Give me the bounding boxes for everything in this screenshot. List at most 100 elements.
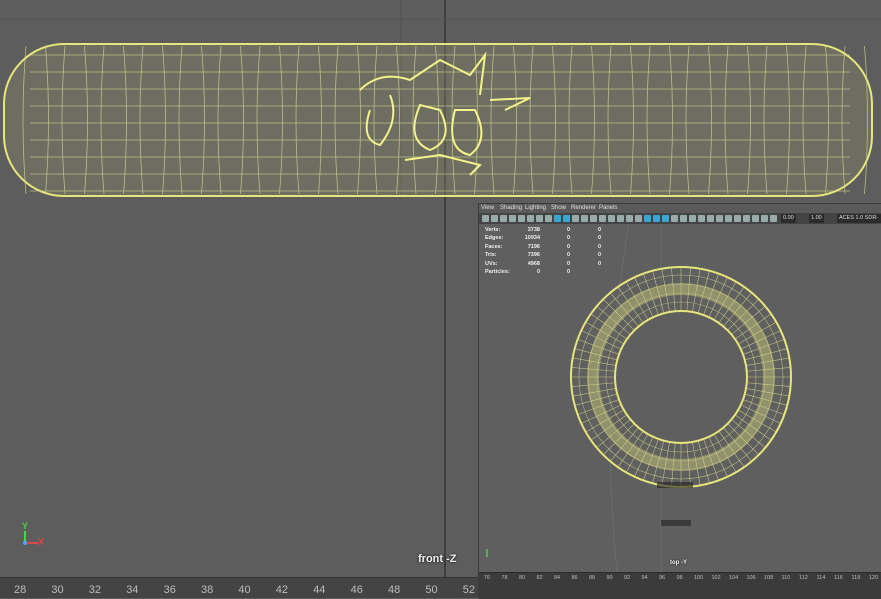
hud-v1: 7396 — [527, 252, 540, 259]
hud-v2: 0 — [566, 252, 570, 259]
timeline-tick-label: 88 — [589, 575, 596, 581]
toolbar-tool-icon[interactable] — [500, 215, 507, 222]
toolbar-tool-icon[interactable] — [644, 215, 651, 222]
timeline-tick-label: 92 — [624, 575, 631, 581]
menu-item-lighting[interactable]: Lighting — [525, 205, 546, 211]
hud-v2: 0 — [566, 235, 570, 242]
toolbar-tool-icon[interactable] — [563, 215, 570, 222]
timeline-tick-label: 32 — [88, 584, 102, 596]
toolbar-tool-icon[interactable] — [725, 215, 732, 222]
toolbar-tool-icon[interactable] — [689, 215, 696, 222]
toolbar-tool-icon[interactable] — [716, 215, 723, 222]
timeline-tick-label: 120 — [869, 575, 879, 581]
hud-v1: 0 — [536, 269, 540, 275]
toolbar-tool-icon[interactable] — [770, 215, 777, 222]
toolbar-tool-icon[interactable] — [518, 215, 525, 222]
panel-toolbar: 0.00 1.00 ACES 1.0 SDR-video — [479, 213, 881, 224]
toolbar-tool-icon[interactable] — [761, 215, 768, 222]
hud-label: Particles: — [485, 269, 510, 275]
hud-v2: 0 — [566, 243, 570, 250]
toolbar-tool-icon[interactable] — [482, 215, 489, 222]
timeline-tick-label: 98 — [676, 575, 683, 581]
top-viewport[interactable]: View Shading Lighting Show Renderer Panels 0.… — [478, 203, 881, 599]
menu-item-panels[interactable]: Panels — [599, 205, 617, 211]
timeline-tick-label: 100 — [694, 575, 704, 581]
front-camera-label: front -Z — [418, 553, 457, 565]
gamma-field[interactable]: 0.00 — [781, 214, 796, 223]
menu-item-show[interactable]: Show — [551, 205, 566, 211]
toolbar-tool-icon[interactable] — [599, 215, 606, 222]
mesh-detail — [657, 482, 693, 488]
top-camera-label: top -Y — [670, 560, 687, 566]
hud-label: UVs: — [485, 260, 498, 267]
timeline-tick-label: 102 — [711, 575, 721, 581]
toolbar-tool-icon[interactable] — [491, 215, 498, 222]
toolbar-tool-icon[interactable] — [635, 215, 642, 222]
toolbar-tool-icon[interactable] — [509, 215, 516, 222]
hud-v2: 0 — [566, 227, 570, 233]
hud-label: Edges: — [485, 235, 504, 242]
front-timeline[interactable]: 28 30 32 34 36 38 40 42 44 46 48 50 52 — [0, 577, 478, 598]
timeline-tick-label: 50 — [425, 584, 438, 596]
timeline-tick-label: 40 — [238, 584, 251, 596]
hud-v1: 10934 — [524, 235, 540, 242]
toolbar-tool-icon[interactable] — [581, 215, 588, 222]
timeline-tick-label: 44 — [313, 584, 326, 596]
timeline-tick-label: 106 — [746, 575, 756, 581]
toolbar-tool-icon[interactable] — [608, 215, 615, 222]
toolbar-tool-icon[interactable] — [707, 215, 714, 222]
toolbar-tool-icon[interactable] — [653, 215, 660, 222]
timeline-tick-label: 46 — [350, 584, 363, 596]
hud-label: Verts: — [485, 227, 501, 233]
toolbar-tool-icon[interactable] — [734, 215, 741, 222]
timeline-tick-label: 76 — [484, 575, 491, 581]
toolbar-tool-icon[interactable] — [680, 215, 687, 222]
hud-v1: 4968 — [527, 260, 540, 267]
timeline-tick-label: 94 — [641, 575, 648, 581]
hud-label: Faces: — [485, 243, 503, 250]
toolbar-tool-icon[interactable] — [671, 215, 678, 222]
menu-item-view[interactable]: View — [481, 205, 494, 211]
timeline-tick-label: 90 — [606, 575, 613, 581]
toolbar-tool-icon[interactable] — [752, 215, 759, 222]
toolbar-tool-icon[interactable] — [662, 215, 669, 222]
timeline-tick-label: 110 — [781, 575, 791, 581]
colorspace-select[interactable]: ACES 1.0 SDR-video — [837, 214, 881, 223]
timeline-tick-label: 30 — [51, 584, 64, 596]
timeline-tick-label: 96 — [659, 575, 666, 581]
toolbar-tool-icon[interactable] — [572, 215, 579, 222]
toolbar-tool-icon[interactable] — [554, 215, 561, 222]
mesh-detail — [661, 520, 691, 526]
timeline-tick-label: 86 — [571, 575, 578, 581]
timeline-tick-label: 108 — [764, 575, 774, 581]
menu-item-renderer[interactable]: Renderer — [571, 205, 596, 211]
toolbar-tool-icon[interactable] — [617, 215, 624, 222]
timeline-tick-label: 82 — [536, 575, 543, 581]
timeline-tick-label: 36 — [163, 584, 176, 596]
hud-v3: 0 — [597, 260, 601, 267]
timeline-tick-label: 84 — [554, 575, 561, 581]
hud-v3: 0 — [597, 243, 601, 250]
hud-v3: 0 — [597, 235, 601, 242]
menu-item-shading[interactable]: Shading — [500, 205, 522, 211]
capsule-wireframe[interactable] — [3, 43, 873, 197]
exposure-field[interactable]: 1.00 — [809, 214, 824, 223]
torus-wireframe[interactable] — [570, 266, 792, 526]
top-viewport-canvas — [486, 224, 792, 572]
hud-v1: 7196 — [527, 243, 540, 250]
timeline-tick-label: 28 — [14, 584, 27, 596]
toolbar-tool-icon[interactable] — [698, 215, 705, 222]
top-timeline[interactable]: 76 78 80 82 84 86 88 90 92 94 96 98 100 102 104 106 108 1… — [479, 572, 881, 599]
toolbar-tool-icon[interactable] — [536, 215, 543, 222]
panel-menu-bar: View Shading Lighting Show Renderer Panels — [479, 204, 881, 213]
hud-label: Tris: — [485, 252, 497, 259]
toolbar-tool-icon[interactable] — [590, 215, 597, 222]
timeline-tick-label: 38 — [201, 584, 214, 596]
hud-v3: 0 — [597, 227, 601, 233]
toolbar-tool-icon[interactable] — [545, 215, 552, 222]
toolbar-tool-icon[interactable] — [626, 215, 633, 222]
toolbar-tool-icon[interactable] — [527, 215, 534, 222]
axis-gizmo-icon — [23, 531, 38, 545]
toolbar-tool-icon[interactable] — [743, 215, 750, 222]
hud-v1: 3738 — [527, 227, 540, 233]
